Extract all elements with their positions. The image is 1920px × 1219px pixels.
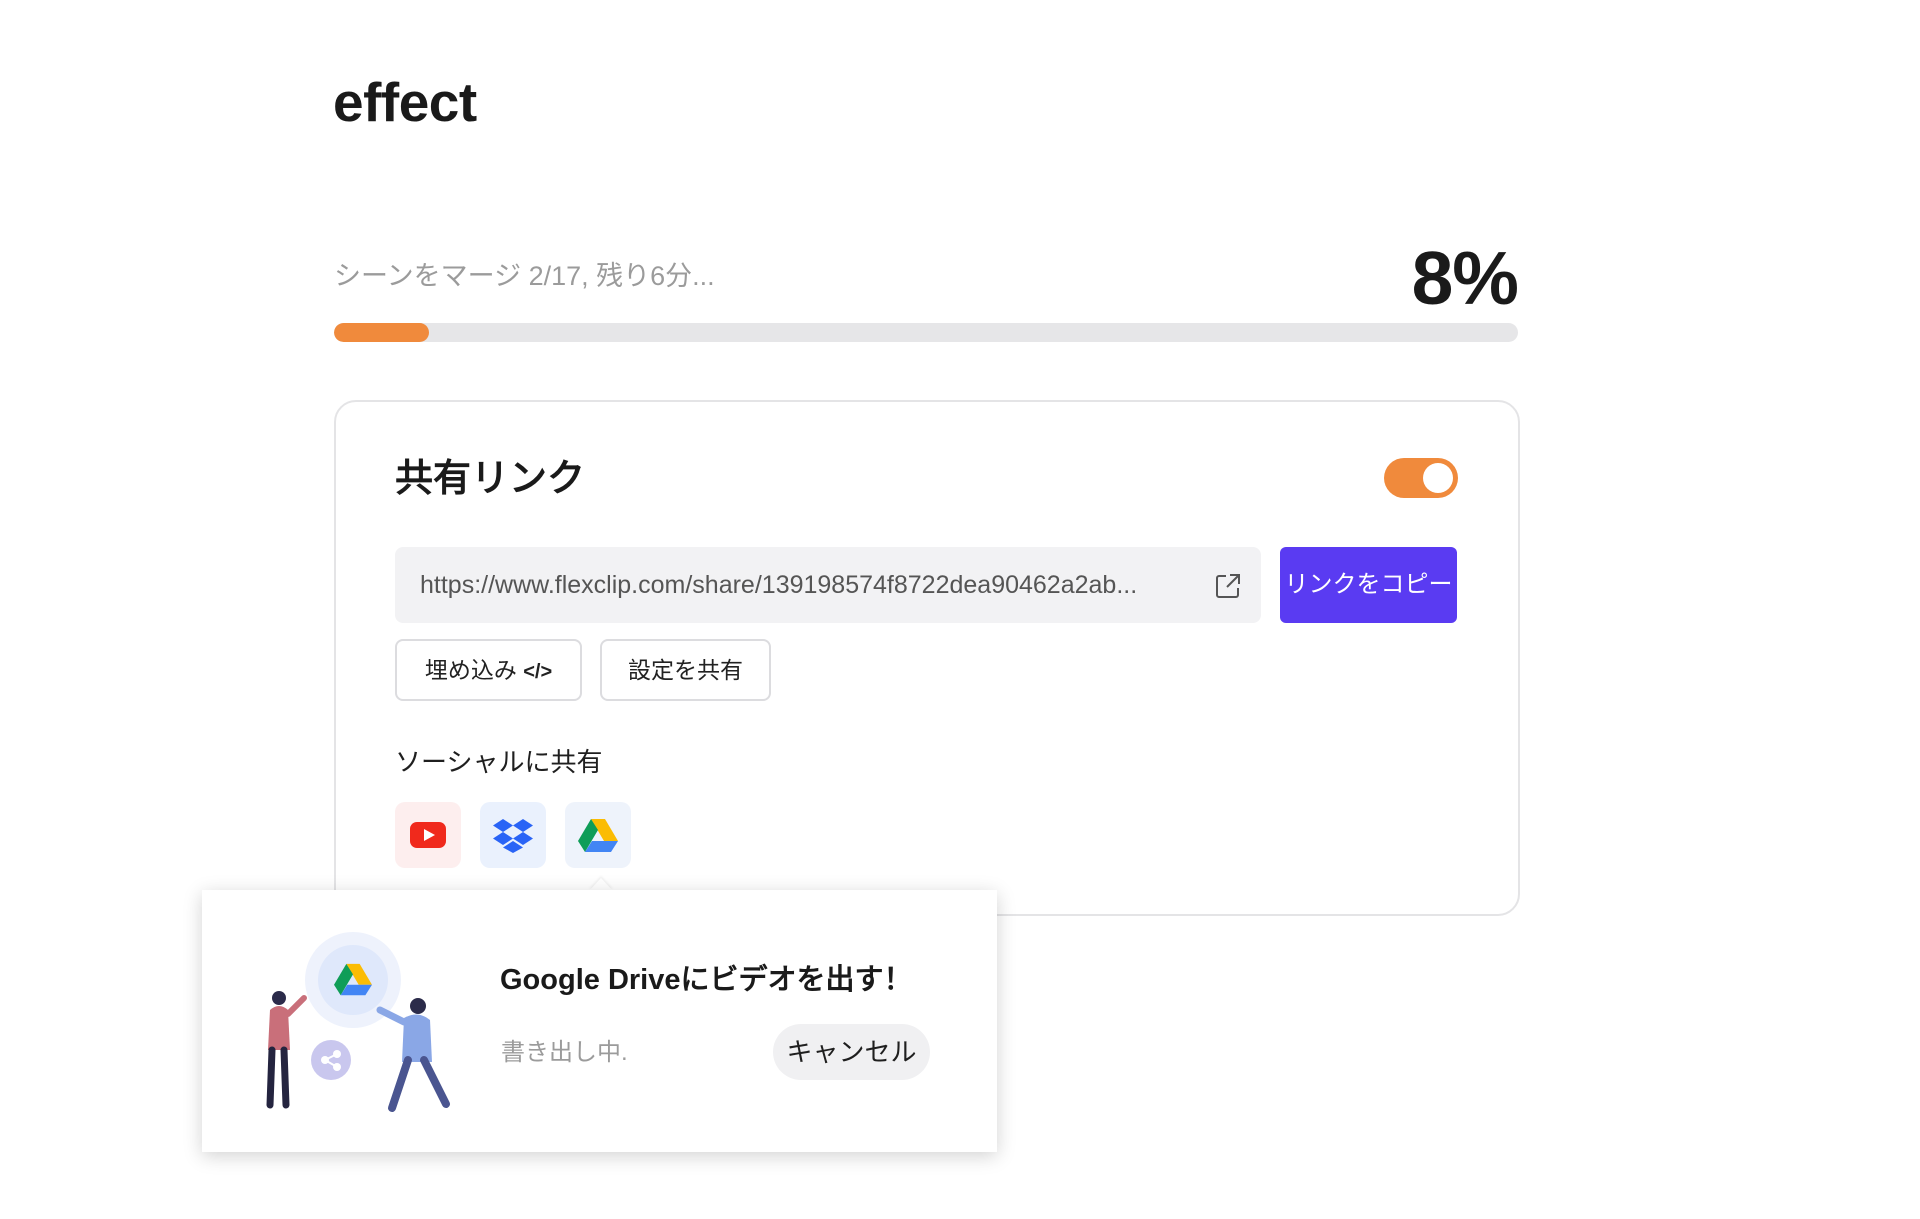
youtube-share-button[interactable] [395,802,461,868]
share-url-text: https://www.flexclip.com/share/139198574… [420,571,1138,599]
popup-export-status: 書き出し中. [501,1039,628,1066]
youtube-icon [410,822,446,848]
progress-bar-fill [334,323,429,342]
share-link-toggle[interactable] [1384,458,1458,498]
share-link-title: 共有リンク [395,458,586,500]
people-sharing-illustration [266,932,450,1112]
embed-button-label: 埋め込み [424,657,517,683]
export-status-text: シーンをマージ 2/17, 残り6分... [334,261,715,291]
dropbox-share-button[interactable] [480,802,546,868]
cancel-button[interactable]: キャンセル [773,1024,930,1080]
code-icon: </> [523,661,553,683]
external-link-icon[interactable] [1213,571,1243,601]
social-share-label: ソーシャルに共有 [395,747,603,777]
page-title: effect [333,71,477,133]
popup-title: Google Driveにビデオを出す！ [500,964,913,996]
copy-link-button[interactable]: リンクをコピー [1280,547,1457,623]
progress-bar [334,323,1518,342]
toggle-knob [1423,463,1453,493]
dropbox-icon [493,819,533,853]
google-drive-export-popup: Google Driveにビデオを出す！ 書き出し中. キャンセル [202,890,997,1152]
google-drive-share-button[interactable] [565,802,631,868]
google-drive-icon [578,819,618,852]
progress-percent: 8% [1411,236,1519,320]
embed-button[interactable]: 埋め込み </> [395,639,582,701]
share-url-field[interactable]: https://www.flexclip.com/share/139198574… [395,547,1261,623]
share-link-card: 共有リンク https://www.flexclip.com/share/139… [334,400,1520,916]
share-settings-button[interactable]: 設定を共有 [600,639,771,701]
